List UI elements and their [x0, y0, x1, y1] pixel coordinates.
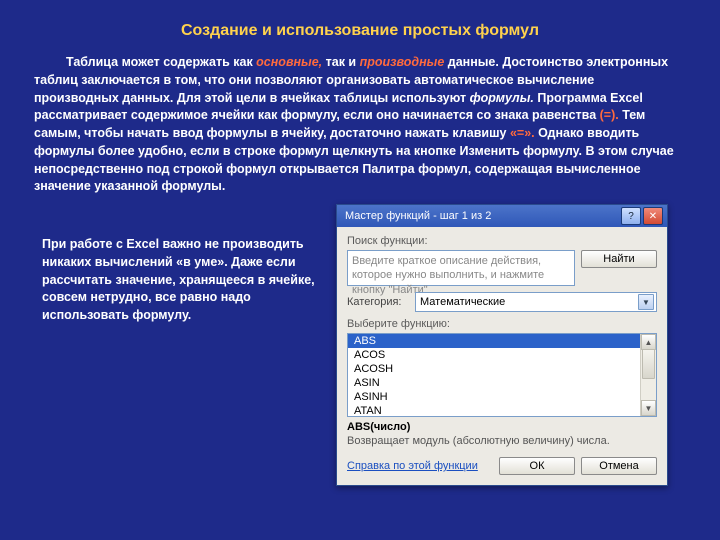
search-label: Поиск функции:: [347, 235, 657, 247]
function-listbox[interactable]: ABS ACOS ACOSH ASIN ASINH ATAN ATAN2 ▲ ▼: [347, 333, 657, 417]
scroll-up-icon[interactable]: ▲: [641, 334, 656, 350]
hl-proizvodnye: производные: [360, 55, 445, 69]
scroll-thumb[interactable]: [642, 349, 655, 379]
help-link[interactable]: Справка по этой функции: [347, 460, 478, 472]
list-item[interactable]: ASIN: [348, 376, 656, 390]
cancel-button[interactable]: Отмена: [581, 457, 657, 475]
category-value: Математические: [420, 296, 505, 308]
list-item[interactable]: ASINH: [348, 390, 656, 404]
ok-button[interactable]: ОК: [499, 457, 575, 475]
list-item[interactable]: ACOS: [348, 348, 656, 362]
category-label: Категория:: [347, 296, 409, 308]
page-title: Создание и использование простых формул: [0, 0, 720, 54]
help-button[interactable]: ?: [621, 207, 641, 225]
txt: Таблица может содержать как: [66, 55, 256, 69]
list-item[interactable]: ABS: [348, 334, 656, 348]
dialog-titlebar[interactable]: Мастер функций - шаг 1 из 2 ? ✕: [337, 205, 667, 227]
list-item[interactable]: ACOSH: [348, 362, 656, 376]
dialog-title: Мастер функций - шаг 1 из 2: [345, 210, 491, 222]
scrollbar[interactable]: ▲ ▼: [640, 334, 656, 416]
search-input[interactable]: Введите краткое описание действия, котор…: [347, 250, 575, 286]
function-signature: ABS(число): [347, 421, 657, 433]
select-function-label: Выберите функцию:: [347, 318, 657, 330]
tip-paragraph: При работе с Excel важно не производить …: [42, 204, 322, 325]
body-paragraph: Таблица может содержать как основные, та…: [0, 54, 720, 196]
find-button[interactable]: Найти: [581, 250, 657, 268]
category-combo[interactable]: Математические ▼: [415, 292, 657, 312]
txt: так и: [322, 55, 359, 69]
hl-equals-key: «=».: [510, 126, 535, 140]
function-description: Возвращает модуль (абсолютную величину) …: [347, 435, 657, 447]
em-formuly: формулы.: [470, 91, 534, 105]
hl-osnovnye: основные,: [256, 55, 322, 69]
chevron-down-icon[interactable]: ▼: [638, 294, 654, 310]
hl-equals: (=).: [600, 108, 619, 122]
close-button[interactable]: ✕: [643, 207, 663, 225]
scroll-down-icon[interactable]: ▼: [641, 400, 656, 416]
function-wizard-dialog: Мастер функций - шаг 1 из 2 ? ✕ Поиск фу…: [336, 204, 668, 486]
list-item[interactable]: ATAN: [348, 404, 656, 417]
